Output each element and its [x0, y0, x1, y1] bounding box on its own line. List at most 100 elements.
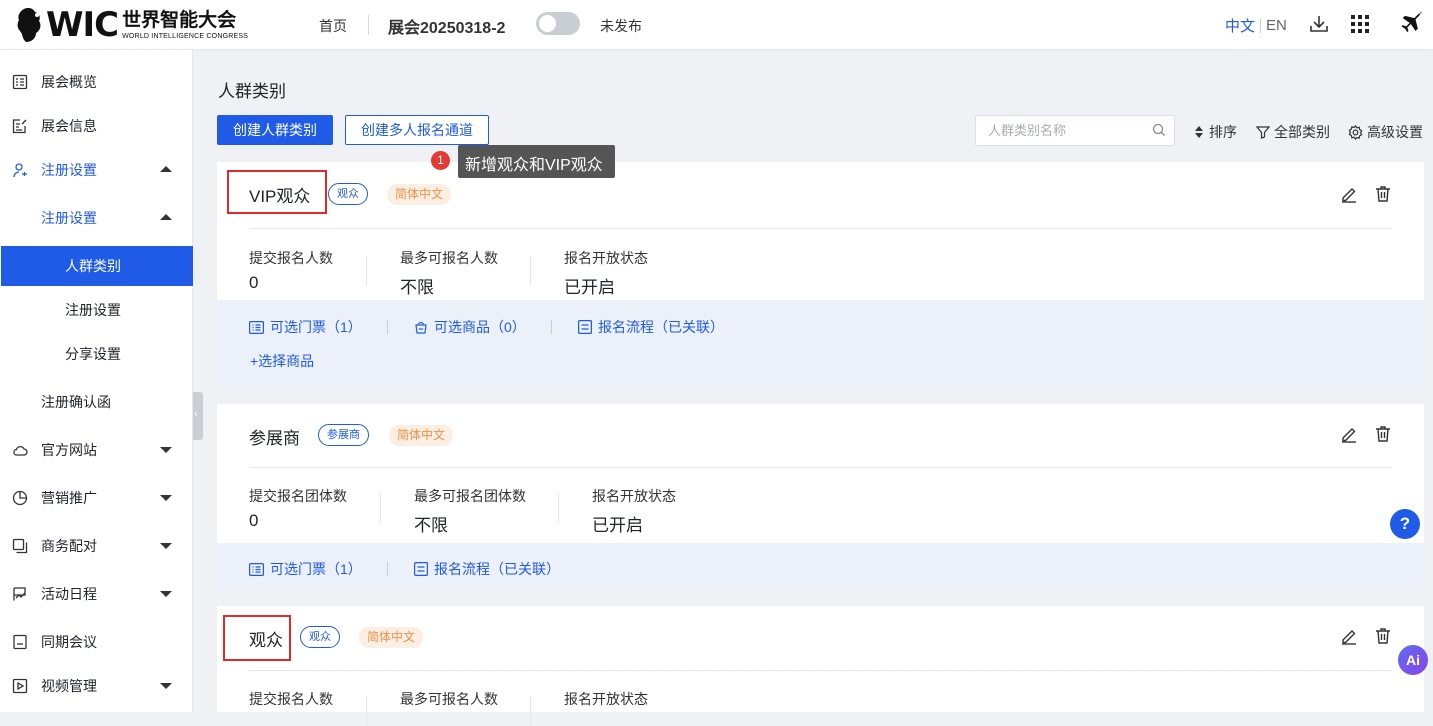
sidebar-item-expo-info[interactable]: 展会信息 [0, 104, 193, 148]
stat-label: 提交报名人数 [249, 691, 333, 707]
stat-label: 最多可报名团体数 [414, 488, 526, 504]
sort-icon [1195, 126, 1203, 138]
stat-value: 已开启 [592, 516, 643, 535]
stat-divider [366, 256, 367, 286]
sidebar-item-label: 注册设置 [41, 162, 97, 178]
trash-icon[interactable] [1373, 626, 1393, 646]
sidebar-item-label: 活动日程 [41, 586, 97, 602]
sort-label: 排序 [1209, 124, 1237, 140]
sidebar-item-share-settings[interactable]: 分享设置 [0, 332, 193, 376]
ai-assistant-button[interactable]: Ai [1398, 645, 1428, 675]
sidebar-item-audience-category[interactable]: 人群类别 [1, 246, 193, 286]
stat-label: 提交报名人数 [249, 250, 333, 266]
stat-divider [530, 696, 531, 726]
header-divider [368, 15, 369, 35]
filter-all-categories-button[interactable]: 全部类别 [1256, 122, 1330, 142]
process-link[interactable]: 报名流程（已关联） [414, 559, 560, 579]
stat-label: 提交报名团体数 [249, 488, 347, 504]
sidebar-item-label: 官方网站 [41, 442, 97, 458]
logo-wic-text: WIC [46, 5, 119, 45]
advanced-settings-label: 高级设置 [1367, 124, 1423, 140]
tickets-link[interactable]: 可选门票（1） [249, 559, 362, 579]
sidebar-item-marketing[interactable]: 营销推广 [0, 476, 193, 520]
language-tag: 简体中文 [359, 627, 424, 648]
select-product-label: +选择商品 [250, 353, 315, 369]
logo-cn-text: 世界智能大会 [122, 9, 237, 31]
edit-icon[interactable] [1339, 626, 1359, 646]
card-divider [249, 670, 1392, 671]
lang-en-option[interactable]: EN [1266, 17, 1287, 34]
stat-label: 报名开放状态 [564, 691, 648, 707]
airplane-icon[interactable] [1398, 10, 1426, 38]
sidebar-item-concurrent-meetings[interactable]: 同期会议 [0, 620, 193, 664]
products-label: 可选商品（0） [434, 319, 526, 335]
bag-icon [415, 321, 427, 334]
highlight-box [223, 615, 291, 661]
card-divider [249, 228, 1392, 229]
stat-max: 最多可报名人数 [400, 689, 498, 709]
tickets-label: 可选门票（1） [270, 561, 362, 577]
sort-button[interactable]: 排序 [1193, 122, 1237, 142]
stat-divider [558, 493, 559, 523]
bookmark-icon [13, 634, 27, 650]
sidebar-item-label: 注册设置 [65, 302, 121, 318]
sidebar-item-video-management[interactable]: 视频管理 [0, 664, 193, 708]
sidebar-item-label: 注册设置 [41, 210, 97, 226]
stat-submitted-groups: 提交报名团体数 0 [249, 486, 347, 531]
publish-status: 未发布 [600, 18, 642, 34]
wic-logo[interactable]: WIC 世界智能大会 WORLD INTELLIGENCE CONGRESS [14, 3, 248, 47]
sidebar-item-official-website[interactable]: 官方网站 [0, 428, 193, 472]
sidebar-item-business-matching[interactable]: 商务配对 [0, 524, 193, 568]
tooltip-badge: 1 [431, 151, 450, 170]
help-button[interactable]: ? [1390, 509, 1420, 539]
chevron-down-icon [160, 591, 172, 597]
filter-icon [1256, 126, 1270, 139]
apps-grid-icon[interactable] [1348, 12, 1372, 36]
search-input[interactable] [976, 116, 1146, 145]
process-link[interactable]: 报名流程（已关联） [578, 317, 724, 337]
nav-home-link[interactable]: 首页 [319, 16, 347, 36]
advanced-settings-button[interactable]: 高级设置 [1348, 122, 1423, 142]
sidebar-collapse-handle[interactable]: ‹ [193, 392, 203, 440]
sidebar-item-label: 展会概览 [41, 74, 97, 90]
lang-zh-option[interactable]: 中文 [1225, 15, 1255, 36]
link-divider [387, 562, 388, 576]
stat-value: 0 [249, 273, 259, 292]
audience-card-audience: 观众 观众 简体中文 提交报名人数 最多可报名人数 报名开放状态 [217, 606, 1424, 726]
annotation-tooltip: 新增观众和VIP观众 [458, 145, 615, 178]
sidebar-item-label: 注册确认函 [41, 394, 111, 410]
sidebar-item-schedule[interactable]: 活动日程 [0, 572, 193, 616]
logo-figure-icon [14, 6, 44, 44]
gear-icon [1348, 124, 1363, 140]
sidebar-item-registration-settings[interactable]: 注册设置 [0, 288, 193, 332]
create-multi-registration-button[interactable]: 创建多人报名通道 [345, 115, 489, 145]
stat-open-status: 报名开放状态 已开启 [592, 486, 676, 536]
stat-value: 0 [249, 511, 259, 530]
sidebar-item-confirmation-letter[interactable]: 注册确认函 [0, 380, 193, 424]
chevron-down-icon [160, 447, 172, 453]
stat-open-status: 报名开放状态 已开启 [564, 248, 648, 298]
trash-icon[interactable] [1373, 424, 1393, 444]
type-tag: 观众 [300, 626, 340, 648]
products-link[interactable]: 可选商品（0） [414, 317, 526, 337]
sidebar-subgroup-registration[interactable]: 注册设置 [0, 196, 193, 240]
process-label: 报名流程（已关联） [598, 319, 724, 335]
ticket-icon [249, 320, 264, 334]
select-product-button[interactable]: +选择商品 [250, 351, 314, 371]
publish-toggle[interactable] [536, 12, 580, 35]
edit-icon[interactable] [1339, 184, 1359, 204]
card-divider [249, 467, 1392, 468]
stat-value: 已开启 [564, 278, 615, 297]
trash-icon[interactable] [1373, 184, 1393, 204]
chevron-up-icon [160, 214, 172, 220]
tickets-link[interactable]: 可选门票（1） [249, 317, 362, 337]
card-footer: 可选门票（1） 报名流程（已关联） [217, 543, 1424, 590]
stat-label: 报名开放状态 [592, 488, 676, 504]
download-icon[interactable] [1307, 12, 1331, 36]
edit-icon[interactable] [1339, 424, 1359, 444]
create-audience-category-button[interactable]: 创建人群类别 [217, 115, 333, 145]
filter-label: 全部类别 [1274, 124, 1330, 140]
sidebar-item-expo-overview[interactable]: 展会概览 [0, 60, 193, 104]
search-icon[interactable] [1152, 123, 1166, 137]
sidebar-item-registration[interactable]: 注册设置 [0, 148, 193, 192]
